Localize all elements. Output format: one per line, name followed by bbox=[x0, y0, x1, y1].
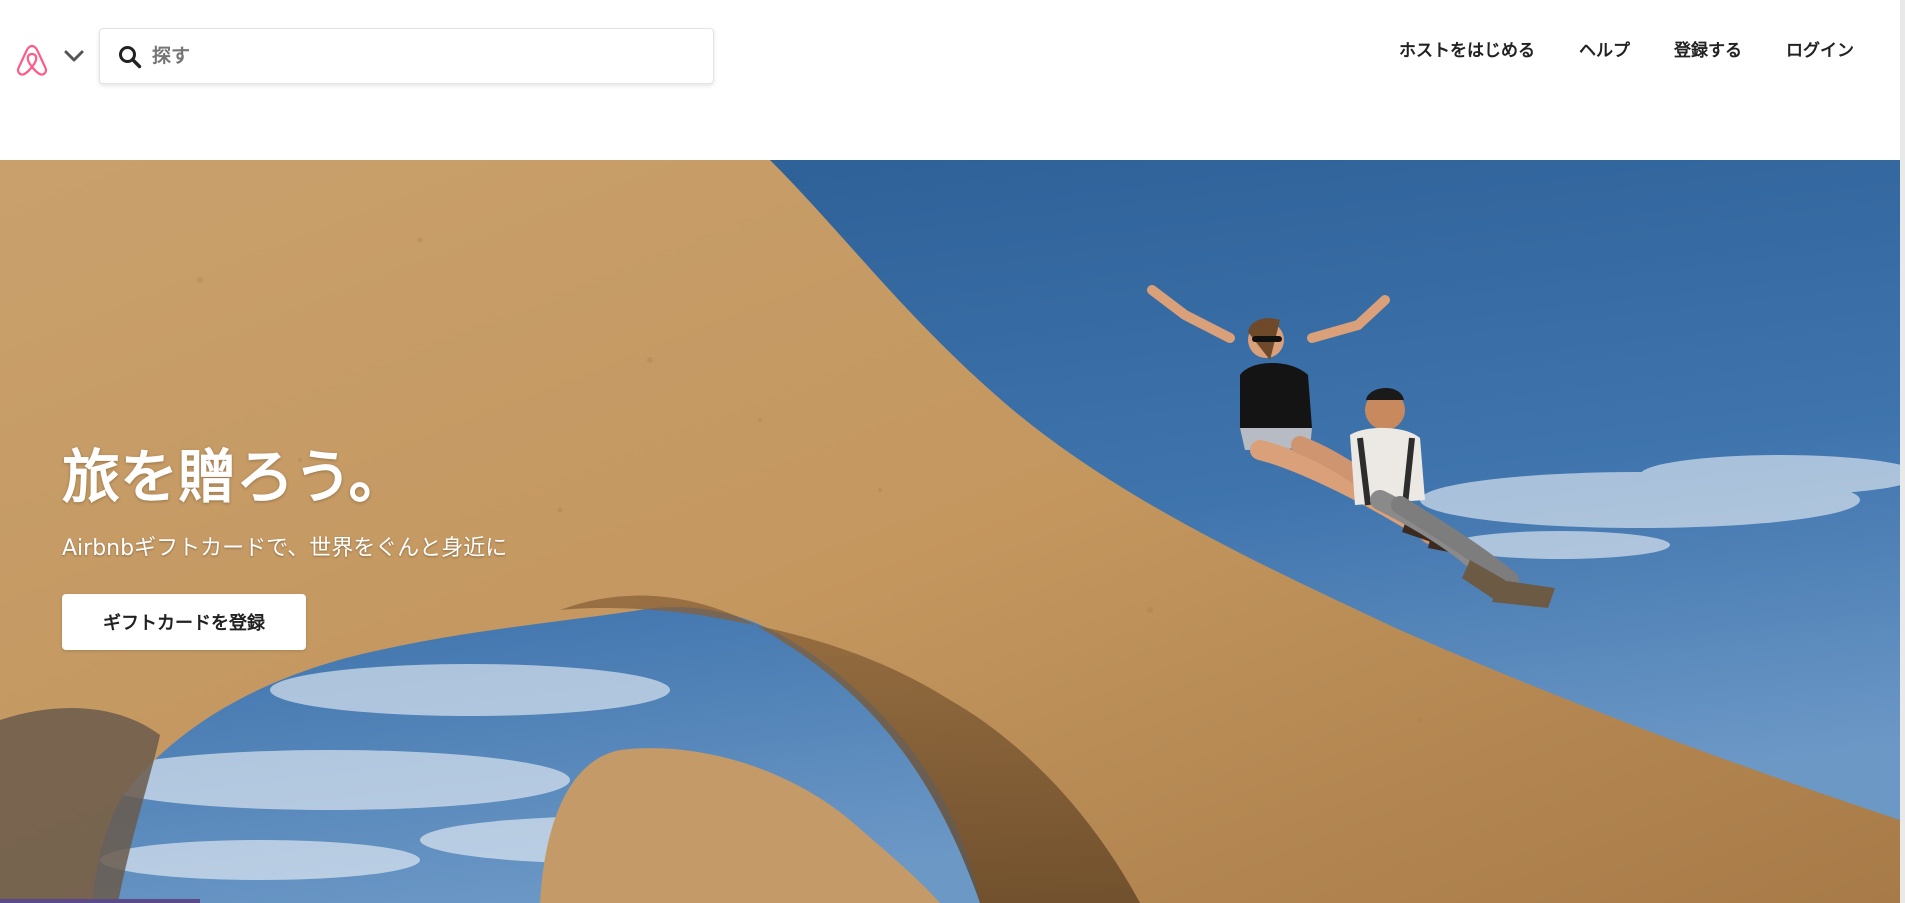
search-input[interactable] bbox=[152, 37, 692, 75]
top-header: ホストをはじめる ヘルプ 登録する ログイン bbox=[0, 0, 1900, 160]
hero-subtitle: Airbnbギフトカードで、世界をぐんと身近に bbox=[62, 536, 508, 561]
register-gift-card-button[interactable]: ギフトカードを登録 bbox=[62, 594, 306, 650]
nav-sign-up[interactable]: 登録する bbox=[1652, 38, 1764, 64]
nav-log-in[interactable]: ログイン bbox=[1764, 38, 1876, 64]
chevron-down-icon[interactable] bbox=[61, 46, 87, 66]
nav-help[interactable]: ヘルプ bbox=[1557, 38, 1652, 64]
hero-title: 旅を贈ろう。 bbox=[62, 443, 407, 511]
top-nav: ホストをはじめる ヘルプ 登録する ログイン bbox=[1377, 38, 1876, 64]
search-box[interactable] bbox=[99, 28, 714, 84]
airbnb-logo-icon[interactable] bbox=[12, 40, 52, 80]
bottom-accent-bar bbox=[0, 899, 200, 903]
hero-section: 旅を贈ろう。 Airbnbギフトカードで、世界をぐんと身近に ギフトカードを登録 bbox=[0, 160, 1900, 903]
vertical-scrollbar[interactable] bbox=[1900, 0, 1905, 903]
airbnb-gift-page: ホストをはじめる ヘルプ 登録する ログイン bbox=[0, 0, 1905, 903]
search-icon bbox=[118, 45, 142, 69]
nav-become-host[interactable]: ホストをはじめる bbox=[1377, 38, 1557, 64]
